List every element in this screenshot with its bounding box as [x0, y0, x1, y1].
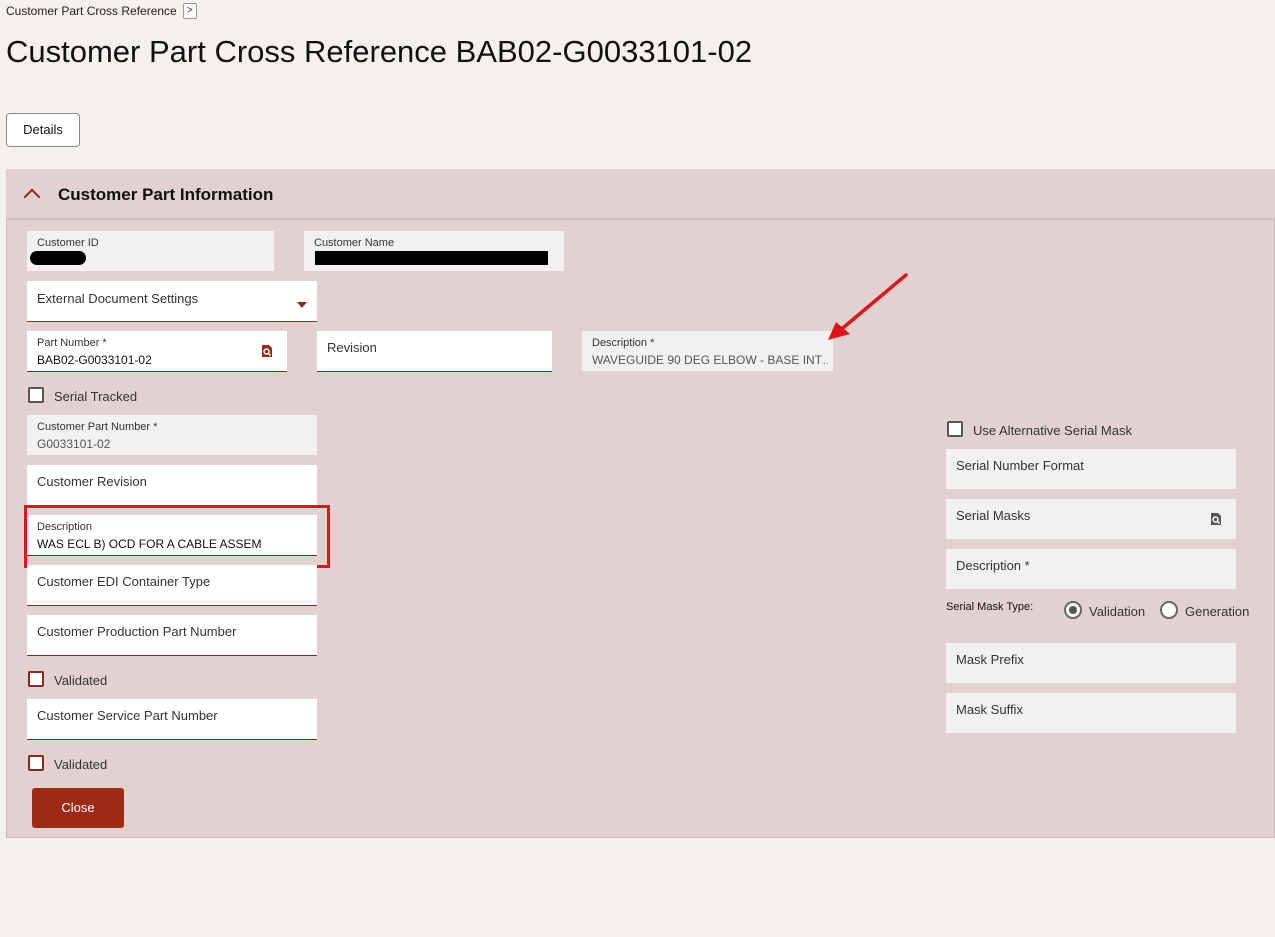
- external-document-settings-dropdown[interactable]: External Document Settings: [27, 281, 317, 322]
- production-part-number-field[interactable]: Customer Production Part Number: [27, 615, 317, 656]
- mask-suffix-field[interactable]: Mask Suffix: [946, 693, 1236, 733]
- production-part-number-label: Customer Production Part Number: [37, 624, 237, 639]
- edi-container-type-label: Customer EDI Container Type: [37, 574, 211, 589]
- customer-name-field: Customer Name: [304, 231, 564, 271]
- close-button[interactable]: Close: [32, 788, 124, 828]
- serial-tracked-label: Serial Tracked: [54, 389, 138, 404]
- page-title: Customer Part Cross Reference BAB02-G003…: [6, 34, 753, 69]
- validation-radio-label: Validation: [1089, 604, 1146, 619]
- customer-revision-label: Customer Revision: [37, 474, 147, 489]
- use-alternative-serial-mask-label: Use Alternative Serial Mask: [973, 423, 1132, 438]
- validated-service-label: Validated: [54, 757, 108, 772]
- part-description-label: Description *: [592, 337, 655, 349]
- validated-production-label: Validated: [54, 673, 108, 688]
- breadcrumb: Customer Part Cross Reference >: [6, 3, 197, 19]
- chevron-right-icon[interactable]: >: [182, 3, 197, 19]
- customer-part-number-value: G0033101-02: [37, 437, 111, 451]
- validation-radio[interactable]: [1064, 601, 1082, 619]
- part-number-field[interactable]: Part Number * BAB02-G0033101-02: [27, 331, 287, 372]
- annotation-arrow: [828, 273, 908, 340]
- customer-part-number-label: Customer Part Number *: [37, 421, 158, 433]
- annotation-highlight-box: [24, 505, 330, 568]
- part-number-label: Part Number *: [37, 337, 107, 349]
- external-doc-label: External Document Settings: [37, 291, 199, 306]
- use-alternative-serial-mask-checkbox[interactable]: [947, 421, 963, 437]
- customer-part-number-field: Customer Part Number * G0033101-02: [27, 415, 317, 455]
- customer-id-label: Customer ID: [37, 237, 99, 249]
- service-part-number-label: Customer Service Part Number: [37, 708, 218, 723]
- validated-production-checkbox[interactable]: [28, 671, 44, 687]
- redaction-mark: [315, 251, 548, 265]
- customer-id-field: Customer ID: [27, 231, 274, 271]
- part-number-value[interactable]: BAB02-G0033101-02: [37, 353, 152, 367]
- serial-mask-type-label: Serial Mask Type:: [946, 601, 1034, 613]
- breadcrumb-link[interactable]: Customer Part Cross Reference: [6, 4, 177, 18]
- serial-description-label: Description *: [956, 558, 1030, 573]
- customer-revision-field[interactable]: Customer Revision: [27, 465, 317, 506]
- serial-description-field[interactable]: Description *: [946, 549, 1236, 589]
- service-part-number-field[interactable]: Customer Service Part Number: [27, 699, 317, 740]
- serial-number-format-label: Serial Number Format: [956, 458, 1084, 473]
- chevron-down-icon[interactable]: [297, 302, 307, 308]
- mask-suffix-label: Mask Suffix: [956, 702, 1023, 717]
- customer-name-label: Customer Name: [314, 237, 395, 249]
- mask-prefix-field[interactable]: Mask Prefix: [946, 643, 1236, 683]
- serial-masks-label: Serial Masks: [956, 508, 1031, 523]
- edi-container-type-field[interactable]: Customer EDI Container Type: [27, 565, 317, 606]
- revision-field[interactable]: Revision: [317, 331, 552, 372]
- serial-number-format-field[interactable]: Serial Number Format: [946, 449, 1236, 489]
- details-button[interactable]: Details: [6, 113, 80, 147]
- serial-masks-field[interactable]: Serial Masks: [946, 499, 1236, 539]
- generation-radio-label: Generation: [1185, 604, 1250, 619]
- section-title: Customer Part Information: [58, 185, 274, 204]
- redaction-mark: [30, 251, 86, 265]
- revision-label: Revision: [327, 340, 377, 355]
- lookup-icon[interactable]: [260, 344, 274, 358]
- lookup-icon[interactable]: [1209, 512, 1223, 526]
- part-description-value: WAVEGUIDE 90 DEG ELBOW - BASE INT…: [592, 353, 828, 367]
- generation-radio[interactable]: [1160, 601, 1178, 619]
- part-description-field: Description * WAVEGUIDE 90 DEG ELBOW - B…: [582, 331, 833, 371]
- serial-tracked-checkbox[interactable]: [28, 387, 44, 403]
- validated-service-checkbox[interactable]: [28, 755, 44, 771]
- mask-prefix-label: Mask Prefix: [956, 652, 1024, 667]
